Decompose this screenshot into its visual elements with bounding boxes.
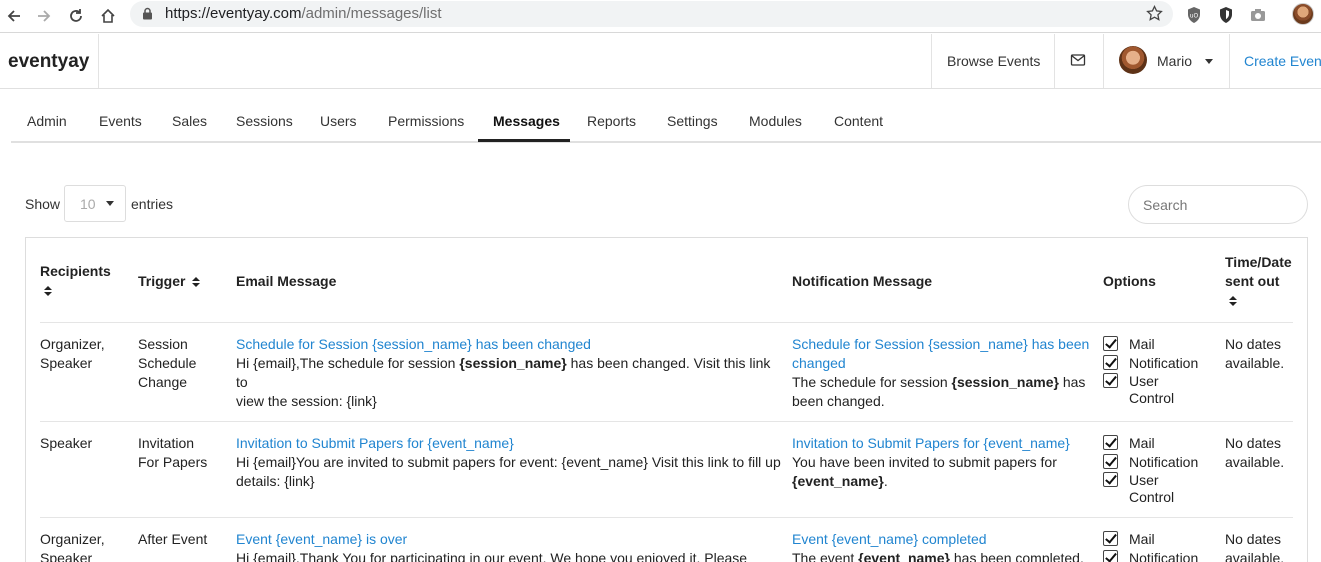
row-divider: [40, 322, 1293, 323]
page-size-select[interactable]: 10: [64, 185, 126, 222]
svg-text:uO: uO: [1190, 13, 1199, 20]
forward-icon[interactable]: [32, 4, 56, 28]
privacy-shield-icon[interactable]: [1215, 4, 1237, 26]
column-header-email-message: Email Message: [236, 273, 337, 289]
column-header-options: Options: [1103, 273, 1156, 289]
cell-trigger: Session Schedule Change: [138, 336, 197, 390]
tab-sessions[interactable]: Sessions: [236, 113, 293, 129]
email-subject-link[interactable]: Invitation to Submit Papers for {event_n…: [236, 435, 514, 451]
active-tab-indicator: [478, 139, 570, 142]
divider: [931, 34, 932, 88]
notification-checkbox[interactable]: [1103, 454, 1118, 469]
sort-icon[interactable]: [1229, 295, 1237, 307]
sort-icon[interactable]: [192, 276, 201, 288]
url-text: https://eventyay.com/admin/messages/list: [165, 5, 442, 22]
email-subject-link[interactable]: Schedule for Session {session_name} has …: [236, 336, 591, 352]
brand-logo[interactable]: eventyay: [8, 51, 89, 73]
column-header-notification-message: Notification Message: [792, 273, 933, 289]
mail-option-label: Mail: [1129, 435, 1155, 451]
reload-icon[interactable]: [64, 4, 88, 28]
messages-table: Recipients Trigger Email Message Notific…: [25, 237, 1308, 562]
notification-option-label: Notification: [1129, 355, 1199, 371]
cell-trigger: After Event: [138, 531, 208, 547]
divider: [1229, 34, 1230, 88]
mail-option-label: Mail: [1129, 336, 1155, 352]
tab-permissions[interactable]: Permissions: [388, 113, 464, 129]
email-subject-link[interactable]: Event {event_name} is over: [236, 531, 407, 547]
browser-profile-avatar[interactable]: [1292, 3, 1314, 25]
admin-tabs: Admin Events Sales Sessions Users Permis…: [11, 90, 1321, 143]
mail-checkbox[interactable]: [1103, 435, 1118, 450]
notification-subject-link[interactable]: Invitation to Submit Papers for {event_n…: [792, 435, 1070, 451]
tab-content[interactable]: Content: [834, 113, 883, 129]
camera-icon[interactable]: [1247, 4, 1269, 26]
mail-option-label: Mail: [1129, 531, 1155, 547]
divider: [1103, 34, 1104, 88]
user-menu-name[interactable]: Mario: [1157, 53, 1192, 69]
browser-toolbar: https://eventyay.com/admin/messages/list…: [0, 0, 1321, 33]
cell-time-date: No dates available.: [1225, 336, 1285, 371]
app-header: eventyay Browse Events Mario Create Even…: [0, 34, 1321, 89]
notification-option-label: Notification: [1129, 454, 1199, 470]
tab-modules[interactable]: Modules: [749, 113, 802, 129]
address-bar[interactable]: https://eventyay.com/admin/messages/list: [130, 1, 1173, 27]
cell-recipients: Speaker: [40, 435, 93, 451]
create-event-link[interactable]: Create Event: [1244, 53, 1321, 69]
tab-admin[interactable]: Admin: [27, 113, 67, 129]
cell-notification-message: Invitation to Submit Papers for {event_n…: [792, 435, 1070, 489]
entries-label: entries: [131, 196, 174, 212]
show-label: Show: [25, 196, 61, 212]
divider: [1054, 34, 1055, 88]
chevron-down-icon[interactable]: [1205, 59, 1213, 64]
tab-settings[interactable]: Settings: [667, 113, 718, 129]
cell-notification-message: Schedule for Session {session_name} has …: [792, 336, 1090, 409]
mail-icon[interactable]: [1070, 53, 1086, 70]
tab-users[interactable]: Users: [320, 113, 357, 129]
lock-icon: [142, 7, 153, 23]
column-header-trigger[interactable]: Trigger: [138, 272, 201, 291]
bookmark-star-icon[interactable]: [1146, 4, 1163, 25]
cell-notification-message: Event {event_name} completed The event {…: [792, 531, 1084, 562]
tab-messages[interactable]: Messages: [493, 113, 560, 129]
cell-email-message: Event {event_name} is over Hi {email},Th…: [236, 531, 748, 562]
row-divider: [40, 517, 1293, 518]
browse-events-link[interactable]: Browse Events: [947, 53, 1040, 69]
user-control-option-label: User Control: [1129, 373, 1175, 406]
home-icon[interactable]: [96, 4, 120, 28]
ublock-shield-icon[interactable]: uO: [1183, 4, 1205, 26]
mail-checkbox[interactable]: [1103, 531, 1118, 546]
divider: [98, 34, 99, 88]
cell-time-date: No dates available.: [1225, 435, 1285, 470]
search-input[interactable]: [1128, 185, 1308, 224]
avatar[interactable]: [1119, 46, 1147, 74]
column-header-recipients[interactable]: Recipients: [40, 262, 111, 300]
notification-subject-link[interactable]: Event {event_name} completed: [792, 531, 987, 547]
sort-icon[interactable]: [44, 285, 52, 297]
back-icon[interactable]: [2, 4, 26, 28]
user-control-option-label: User Control: [1129, 472, 1175, 505]
notification-checkbox[interactable]: [1103, 550, 1118, 562]
tab-reports[interactable]: Reports: [587, 113, 636, 129]
cell-trigger: Invitation For Papers: [138, 435, 208, 470]
cell-email-message: Invitation to Submit Papers for {event_n…: [236, 435, 781, 489]
tab-sales[interactable]: Sales: [172, 113, 207, 129]
user-control-checkbox[interactable]: [1103, 373, 1118, 388]
user-control-checkbox[interactable]: [1103, 472, 1118, 487]
notification-option-label: Notification: [1129, 550, 1199, 562]
notification-checkbox[interactable]: [1103, 355, 1118, 370]
tab-events[interactable]: Events: [99, 113, 142, 129]
notification-subject-link[interactable]: Schedule for Session {session_name} has …: [792, 336, 1089, 371]
cell-time-date: No dates available.: [1225, 531, 1285, 562]
row-divider: [40, 421, 1293, 422]
page-size-value: 10: [80, 196, 96, 212]
column-header-time-date[interactable]: Time/Date sent out: [1225, 253, 1292, 310]
mail-checkbox[interactable]: [1103, 336, 1118, 351]
cell-email-message: Schedule for Session {session_name} has …: [236, 336, 771, 409]
cell-recipients: Organizer, Speaker: [40, 336, 105, 371]
cell-recipients: Organizer, Speaker: [40, 531, 105, 562]
chevron-down-icon: [106, 201, 114, 206]
